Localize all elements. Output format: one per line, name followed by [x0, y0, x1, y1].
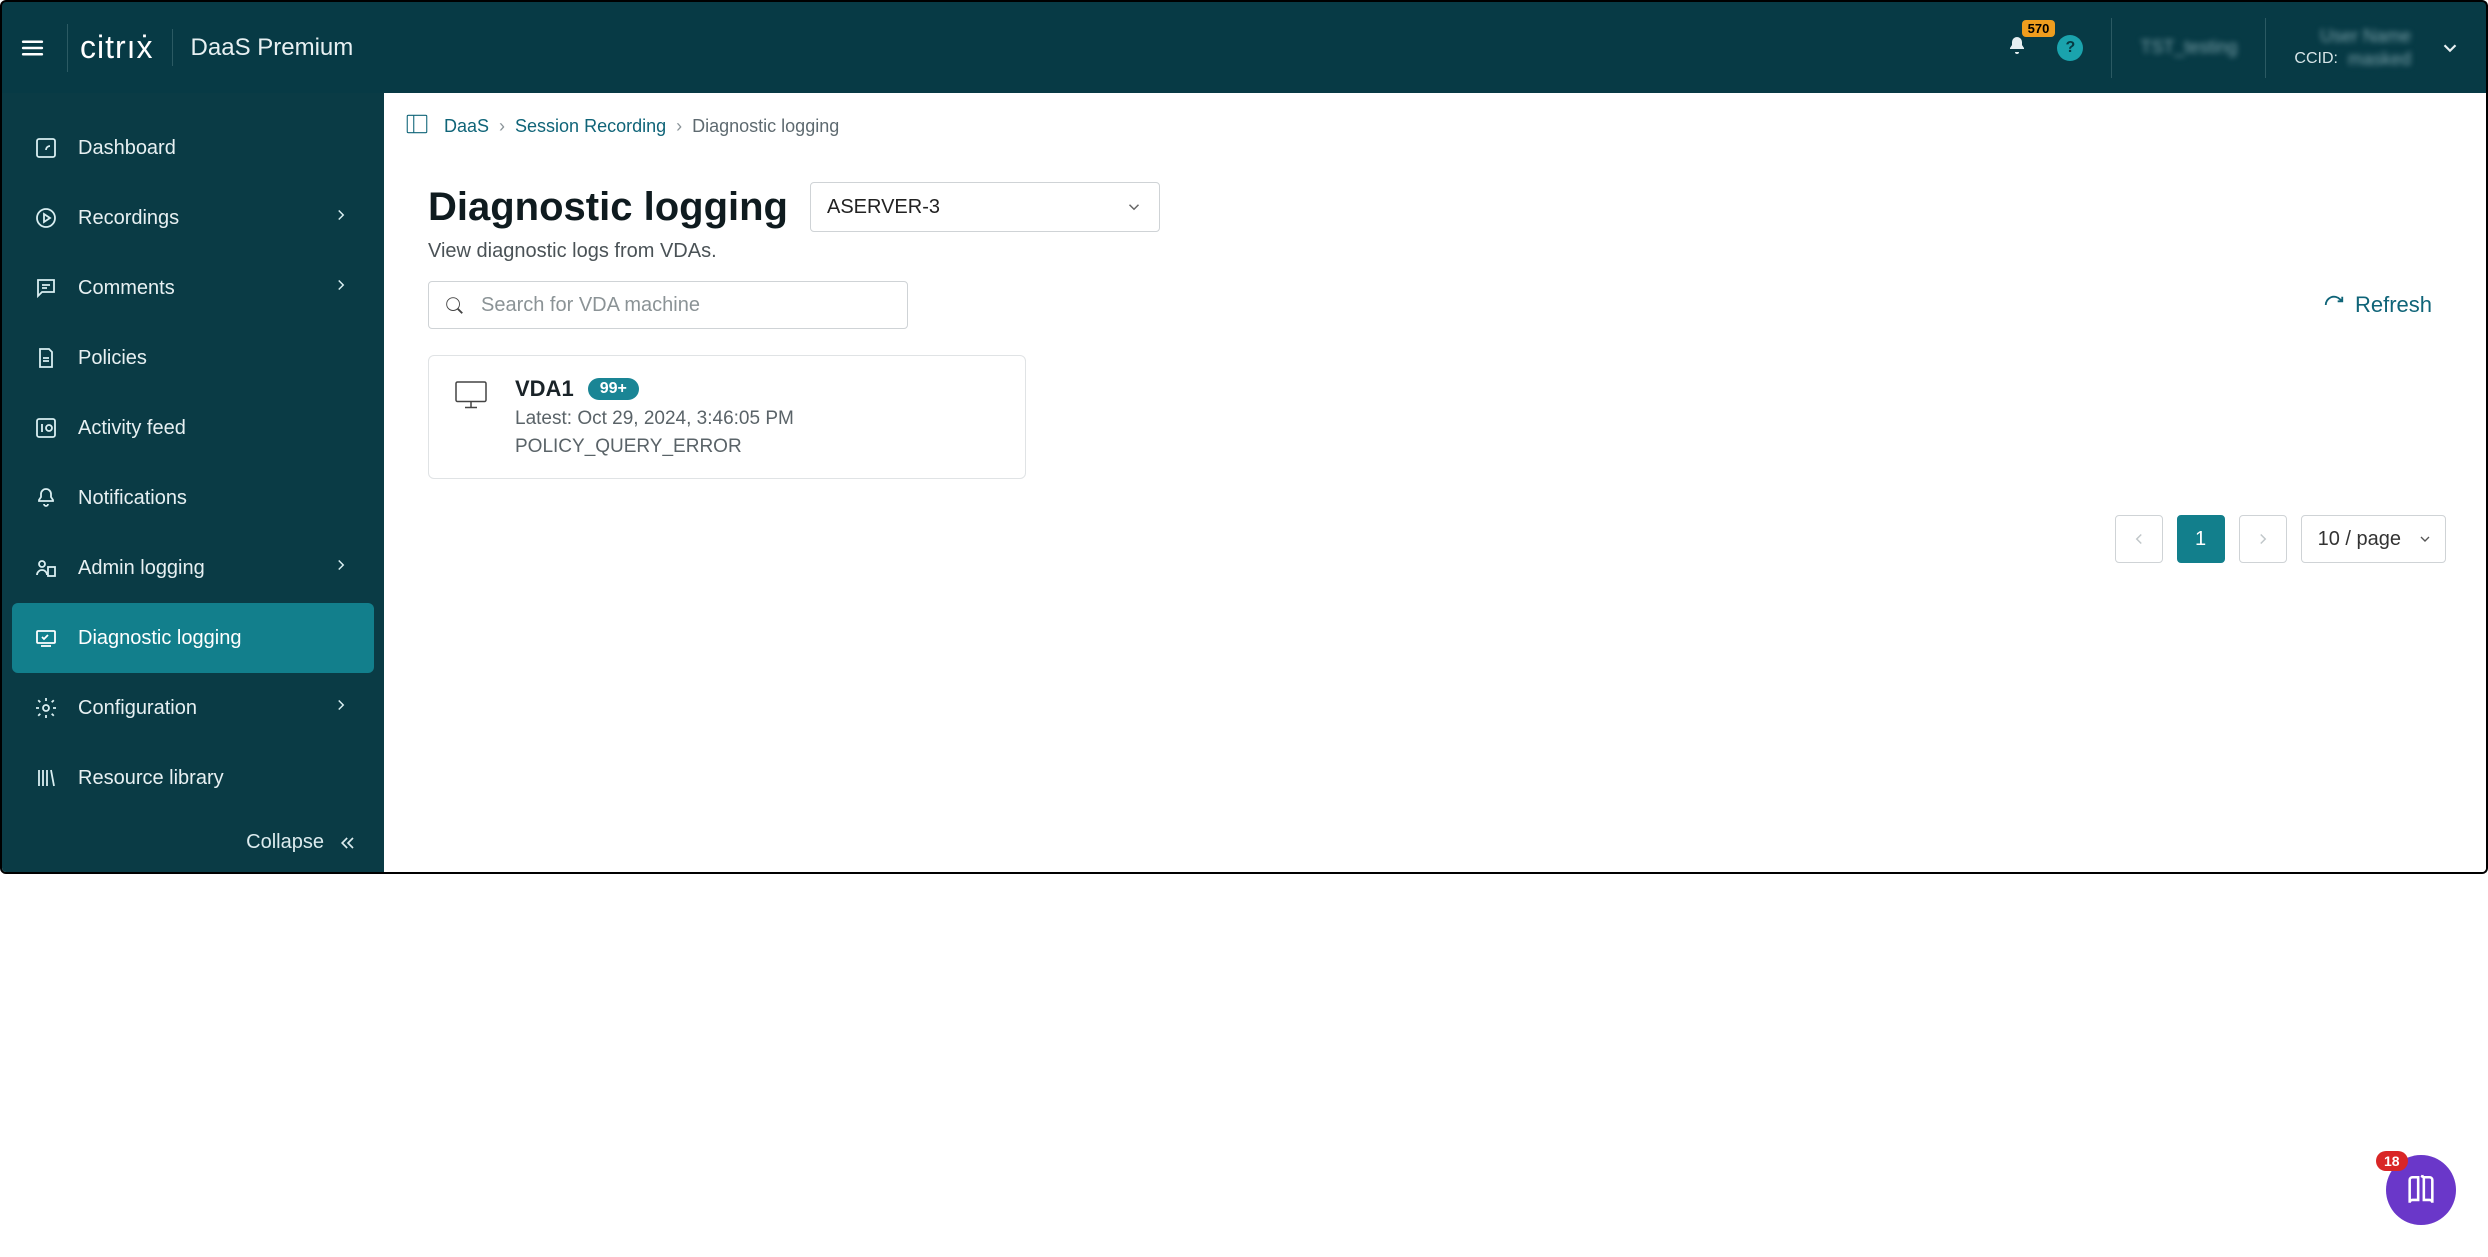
notification-count-badge: 570 — [2022, 20, 2056, 37]
sidebar-item-label: Notifications — [78, 487, 187, 510]
library-icon — [32, 764, 60, 792]
chevron-right-icon — [332, 276, 350, 300]
fab-badge: 18 — [2376, 1151, 2408, 1171]
main-content: DaaS › Session Recording › Diagnostic loggin… — [384, 93, 2486, 872]
ccid-value: masked — [2348, 49, 2411, 70]
sidebar-item-dashboard[interactable]: Dashboard — [12, 113, 374, 183]
breadcrumb-diagnostic-logging: Diagnostic logging — [692, 116, 839, 136]
tenant-name: TST_testing — [2140, 37, 2237, 58]
page-prev[interactable] — [2115, 515, 2163, 563]
server-selected-value: ASERVER-3 — [827, 196, 940, 219]
sidebar-item-diagnostic-logging[interactable]: Diagnostic logging — [12, 603, 374, 673]
chevron-down-icon — [2417, 531, 2433, 547]
server-select[interactable]: ASERVER-3 — [810, 182, 1160, 232]
brand-logo: citrıẋ — [80, 29, 173, 66]
sidebar-item-label: Policies — [78, 347, 147, 370]
sidebar-item-label: Resource library — [78, 767, 224, 790]
chevron-left-icon — [2130, 530, 2148, 548]
page-subtitle: View diagnostic logs from VDAs. — [384, 236, 2486, 281]
sidebar-item-recordings[interactable]: Recordings — [12, 183, 374, 253]
sidebar-item-label: Recordings — [78, 207, 179, 230]
product-name: DaaS Premium — [191, 34, 354, 62]
error-code: POLICY_QUERY_ERROR — [515, 436, 794, 458]
sidebar-item-label: Comments — [78, 277, 175, 300]
breadcrumb-separator: › — [676, 116, 682, 136]
refresh-label: Refresh — [2355, 292, 2432, 318]
sidebar-collapse[interactable]: Collapse — [2, 813, 384, 872]
user-name: User Name — [2320, 26, 2411, 47]
page-title: Diagnostic logging — [428, 185, 788, 230]
diagnostic-icon — [32, 624, 60, 652]
sidebar-item-admin-logging[interactable]: Admin logging — [12, 533, 374, 603]
page-size-select[interactable]: 10 / page — [2301, 515, 2446, 563]
page-next[interactable] — [2239, 515, 2287, 563]
chevron-right-icon — [332, 206, 350, 230]
admin-icon — [32, 554, 60, 582]
sidebar-item-label: Configuration — [78, 697, 197, 720]
play-icon — [32, 204, 60, 232]
policy-icon — [32, 344, 60, 372]
sidebar-item-policies[interactable]: Policies — [12, 323, 374, 393]
breadcrumb-session-recording[interactable]: Session Recording — [515, 116, 666, 136]
page-1[interactable]: 1 — [2177, 515, 2225, 563]
guide-icon — [2404, 1173, 2438, 1207]
collapse-icon — [338, 833, 358, 853]
vda-name: VDA1 — [515, 376, 574, 402]
help-button[interactable]: ? — [2057, 35, 2083, 61]
sidebar-item-label: Activity feed — [78, 417, 186, 440]
panel-toggle-icon[interactable] — [404, 111, 430, 142]
gear-icon — [32, 694, 60, 722]
count-badge: 99+ — [588, 378, 639, 400]
activity-icon — [32, 414, 60, 442]
ccid-label: CCID: — [2294, 50, 2338, 68]
breadcrumb-separator: › — [499, 116, 505, 136]
collapse-label: Collapse — [246, 831, 324, 854]
sidebar: Dashboard Recordings Comments Policies Activ… — [2, 93, 384, 872]
pagination: 1 10 / page — [384, 505, 2486, 563]
bell-icon — [32, 484, 60, 512]
menu-toggle[interactable] — [20, 24, 68, 72]
notifications-button[interactable]: 570 — [2005, 34, 2029, 61]
breadcrumb: DaaS › Session Recording › Diagnostic loggin… — [384, 93, 2486, 152]
chevron-right-icon — [2254, 530, 2272, 548]
breadcrumb-daas[interactable]: DaaS — [444, 116, 489, 136]
page-size-label: 10 / page — [2318, 528, 2401, 551]
bell-icon — [2005, 34, 2029, 58]
chevron-down-icon — [1125, 198, 1143, 216]
search-icon — [443, 294, 465, 316]
sidebar-item-configuration[interactable]: Configuration — [12, 673, 374, 743]
sidebar-item-label: Admin logging — [78, 557, 205, 580]
sidebar-item-activity-feed[interactable]: Activity feed — [12, 393, 374, 463]
search-box[interactable] — [428, 281, 908, 329]
chevron-right-icon — [332, 696, 350, 720]
vda-card-vda1[interactable]: VDA1 99+ Latest: Oct 29, 2024, 3:46:05 PM P… — [428, 355, 1026, 479]
chevron-right-icon — [332, 556, 350, 580]
sidebar-item-label: Diagnostic logging — [78, 627, 241, 650]
search-input[interactable] — [479, 293, 893, 318]
sidebar-item-notifications[interactable]: Notifications — [12, 463, 374, 533]
latest-timestamp: Latest: Oct 29, 2024, 3:46:05 PM — [515, 408, 794, 430]
account-chevron-icon[interactable] — [2439, 37, 2461, 59]
guide-fab[interactable]: 18 — [2386, 1155, 2456, 1225]
sidebar-item-resource-library[interactable]: Resource library — [12, 743, 374, 813]
refresh-button[interactable]: Refresh — [2323, 292, 2442, 318]
app-header: citrıẋ DaaS Premium 570 ? TST_testing Us… — [0, 0, 2488, 93]
monitor-icon — [453, 376, 489, 458]
refresh-icon — [2323, 294, 2345, 316]
account-menu[interactable]: User Name CCID: masked — [2294, 26, 2411, 70]
sidebar-item-comments[interactable]: Comments — [12, 253, 374, 323]
dashboard-icon — [32, 134, 60, 162]
comment-icon — [32, 274, 60, 302]
sidebar-item-label: Dashboard — [78, 137, 176, 160]
